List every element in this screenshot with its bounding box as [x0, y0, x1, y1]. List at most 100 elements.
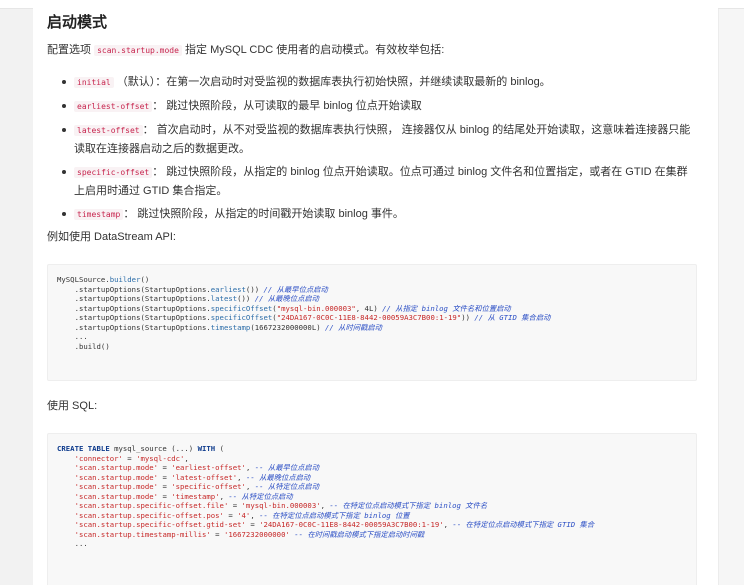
code-token: -- 从特定位点启动 [228, 491, 293, 501]
code-token: CREATE TABLE [57, 444, 110, 453]
code-token: 'scan.startup.mode' [74, 482, 159, 491]
startup-mode-description: ： 跳过快照阶段，从指定的 binlog 位点开始读取。位点可通过 binlog… [74, 166, 688, 197]
code-token: ... [57, 332, 88, 341]
code-token: , [250, 510, 260, 520]
code-token: = [223, 510, 238, 520]
inline-code-option: scan.startup.mode [94, 45, 182, 56]
startup-mode-list: initial （默认）：在第一次启动时对受监视的数据库表执行初始快照，并继续读… [47, 73, 697, 224]
code-token: '24DA167-0C0C-11E8-8442-00059A3C7B00:1-1… [259, 520, 444, 529]
code-token: .startupOptions(StartupOptions. [57, 313, 211, 322]
code-token: specificOffset [210, 313, 273, 322]
startup-mode-item: latest-offset： 首次启动时，从不对受监视的数据库表执行快照， 连接… [61, 121, 697, 158]
startup-mode-code: specific-offset [74, 167, 153, 178]
code-token: .build() [57, 341, 110, 351]
code-token: // 从最早位点启动 [263, 284, 328, 294]
code-token: = [158, 491, 172, 501]
code-token: , [245, 463, 255, 472]
code-token: .startupOptions(StartupOptions. [57, 284, 211, 294]
code-token: 'earliest-offset' [171, 463, 246, 472]
code-token: // 从指定 binlog 文件名和位置启动 [382, 303, 511, 313]
startup-mode-code: initial [74, 77, 114, 88]
datastream-label: 例如使用 DataStream API: [47, 231, 176, 243]
code-token: '1667232000000' [223, 529, 290, 539]
startup-mode-item: specific-offset： 跳过快照阶段，从指定的 binlog 位点开始… [61, 163, 697, 200]
code-token: -- 在特定位点启动模式下指定 GTID 集合 [452, 520, 595, 529]
code-token: -- 在时间戳启动模式下指定启动时间戳 [294, 529, 425, 539]
java-code-block: MySQLSource.builder() .startupOptions(St… [47, 264, 697, 381]
startup-mode-description: ： 跳过快照阶段，从指定的时间戳开始读取 binlog 事件。 [123, 208, 404, 220]
code-token: MySQLSource. [57, 275, 110, 284]
code-token: .startupOptions(StartupOptions. [57, 322, 211, 332]
code-token: -- 从特定位点启动 [254, 482, 319, 491]
code-token: 'latest-offset' [171, 472, 238, 482]
code-token: 'scan.startup.specific-offset.gtid-set' [74, 520, 246, 529]
code-token: latest [210, 294, 238, 303]
code-token: 'scan.startup.specific-offset.pos' [74, 510, 224, 520]
code-token: ()) [237, 294, 255, 303]
code-token: -- 从最早位点启动 [254, 463, 319, 472]
code-token: "mysql-bin.000003" [276, 303, 356, 313]
code-token: // 从 GTID 集合启动 [474, 313, 551, 322]
code-token: specificOffset [210, 303, 273, 313]
code-token: -- 从最晚位点启动 [245, 472, 311, 482]
code-token: 'specific-offset' [171, 482, 246, 491]
doc-page: 启动模式 配置选项 scan.startup.mode 指定 MySQL CDC… [33, 0, 718, 585]
section-heading: 启动模式 [47, 14, 108, 31]
code-token: = [122, 453, 137, 463]
code-token: 'connector' [74, 453, 123, 463]
startup-mode-description: ： 跳过快照阶段，从可读取的最早 binlog 位点开始读取 [152, 100, 422, 112]
code-token: 'scan.startup.mode' [74, 463, 159, 472]
code-token: "24DA167-0C0C-11E8-8442-00059A3C7B00:1-1… [276, 313, 462, 322]
intro-text-after: 指定 MySQL CDC 使用者的启动模式。有效枚举包括: [181, 44, 445, 56]
scrollbar-track[interactable] [718, 9, 744, 585]
intro-paragraph: 配置选项 scan.startup.mode 指定 MySQL CDC 使用者的… [47, 42, 697, 59]
code-token: = [158, 472, 172, 482]
startup-mode-code: earliest-offset [74, 101, 153, 112]
code-token: // 从最晚位点启动 [254, 294, 319, 303]
code-token: mysql_source (...) [109, 444, 198, 453]
code-token: '4' [237, 510, 251, 520]
code-token: 'scan.startup.specific-offset.file' [74, 501, 229, 510]
intro-text-before: 配置选项 [47, 44, 95, 56]
code-token: 'scan.startup.timestamp-millis' [74, 529, 211, 539]
startup-mode-code: timestamp [74, 209, 124, 220]
startup-mode-item: initial （默认）：在第一次启动时对受监视的数据库表执行初始快照，并继续读… [61, 73, 697, 92]
startup-mode-description: ： 首次启动时，从不对受监视的数据库表执行快照， 连接器仅从 binlog 的结… [74, 124, 691, 155]
code-token: 'mysql-cdc' [136, 453, 185, 463]
code-token: () [140, 275, 150, 284]
code-token: earliest [210, 284, 246, 294]
code-token: 'mysql-bin.000003' [241, 501, 321, 510]
sql-code-block: CREATE TABLE mysql_source (...) WITH ( '… [47, 433, 697, 585]
code-token: ( [215, 444, 224, 453]
code-token: = [245, 520, 260, 529]
code-token: , [245, 482, 255, 491]
code-token: .startupOptions(StartupOptions. [57, 303, 211, 313]
code-token: .startupOptions(StartupOptions. [57, 294, 211, 303]
startup-mode-item: timestamp： 跳过快照阶段，从指定的时间戳开始读取 binlog 事件。 [61, 205, 697, 224]
doc-content: 启动模式 配置选项 scan.startup.mode 指定 MySQL CDC… [47, 9, 697, 585]
code-token: = [158, 482, 172, 491]
code-token: = [210, 529, 224, 539]
code-token: 'scan.startup.mode' [74, 491, 159, 501]
code-token: = [228, 501, 242, 510]
code-token: , [184, 453, 189, 463]
code-token: WITH [197, 444, 216, 453]
code-token: ... [57, 539, 88, 548]
code-token: = [158, 463, 172, 472]
code-token: -- 在特定位点启动模式下指定 binlog 文件名 [329, 501, 488, 510]
code-token: // 从时间戳启动 [325, 322, 382, 332]
code-token: 'timestamp' [171, 491, 220, 501]
code-token: 'scan.startup.mode' [74, 472, 159, 482]
startup-mode-item: earliest-offset： 跳过快照阶段，从可读取的最早 binlog 位… [61, 97, 697, 116]
code-token: -- 在特定位点启动模式下指定 binlog 位置 [259, 510, 410, 520]
code-token: builder [109, 275, 141, 284]
code-token: timestamp [210, 322, 251, 332]
